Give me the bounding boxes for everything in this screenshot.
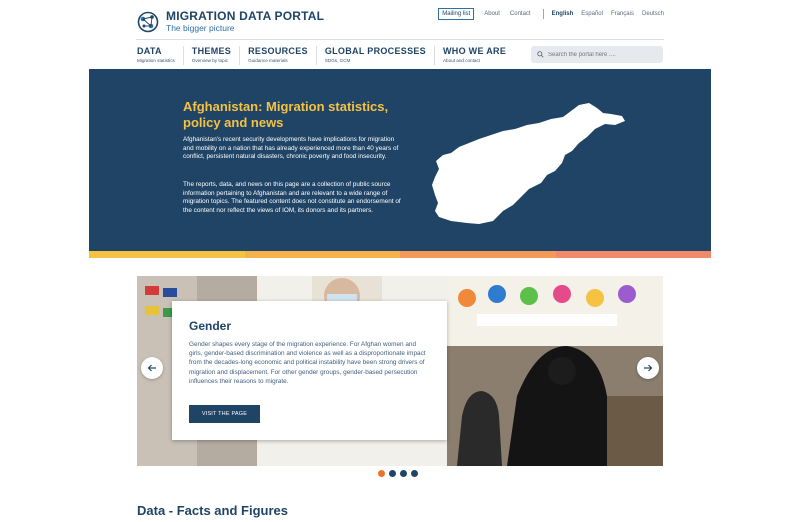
header-divider: [136, 39, 664, 40]
nav-global-processes-title: GLOBAL PROCESSES: [324, 46, 426, 56]
nav-global-processes[interactable]: GLOBAL PROCESSES SDGs, GCM: [317, 46, 435, 65]
visit-page-button[interactable]: VISIT THE PAGE: [189, 405, 260, 423]
nav-who-we-are-title: WHO WE ARE: [442, 46, 507, 56]
hero-color-stripes: [89, 251, 711, 258]
carousel-dot[interactable]: [400, 470, 407, 477]
hero-disclaimer-paragraph: The reports, data, and news on this page…: [183, 181, 401, 215]
hero-banner: Afghanistan: Migration statistics, polic…: [89, 69, 711, 251]
hero-intro-paragraph: Afghanistan's recent security developmen…: [183, 136, 399, 161]
about-link[interactable]: About: [484, 11, 500, 17]
nav-themes-title: THEMES: [191, 46, 232, 56]
afghanistan-map: [432, 103, 625, 224]
language-french[interactable]: Français: [611, 11, 634, 17]
carousel-dot[interactable]: [389, 470, 396, 477]
site-title: MIGRATION DATA PORTAL: [166, 9, 325, 23]
theme-carousel: Gender Gender shapes every stage of the …: [137, 276, 663, 466]
section-heading: Data - Facts and Figures: [137, 503, 288, 518]
site-tagline: The bigger picture: [166, 23, 235, 33]
stripe-segment: [400, 251, 556, 258]
mailing-list-button[interactable]: Mailing list: [438, 8, 475, 20]
globe-network-icon: [137, 11, 159, 32]
search-icon: [537, 51, 544, 58]
carousel-dot[interactable]: [378, 470, 385, 477]
nav-who-we-are[interactable]: WHO WE ARE About and contact: [435, 46, 514, 65]
nav-resources-subtitle: Guidance materials: [248, 58, 288, 63]
nav-data[interactable]: DATA Migration statistics: [136, 46, 184, 65]
site-logo[interactable]: MIGRATION DATA PORTAL The bigger picture: [136, 9, 324, 34]
language-german[interactable]: Deutsch: [642, 11, 664, 17]
stripe-segment: [244, 251, 400, 258]
stripe-segment: [89, 251, 245, 258]
carousel-next-button[interactable]: [637, 357, 659, 379]
stripe-segment: [555, 251, 711, 258]
theme-card: Gender Gender shapes every stage of the …: [172, 301, 447, 440]
search-box[interactable]: [531, 46, 663, 63]
main-navigation: DATA Migration statistics THEMES Overvie…: [136, 46, 514, 65]
arrow-left-icon: [147, 364, 156, 372]
nav-divider: [542, 9, 544, 19]
search-input[interactable]: [548, 51, 658, 58]
card-description: Gender shapes every stage of the migrati…: [189, 341, 426, 385]
arrow-right-icon: [644, 364, 653, 372]
carousel-pagination: [378, 470, 422, 477]
language-spanish[interactable]: Español: [581, 11, 603, 17]
nav-resources-title: RESOURCES: [248, 46, 308, 56]
language-english[interactable]: English: [552, 11, 574, 17]
nav-data-title: DATA: [137, 46, 162, 56]
nav-who-we-are-subtitle: About and contact: [442, 58, 481, 63]
nav-themes[interactable]: THEMES Overview by topic: [184, 46, 241, 65]
nav-themes-subtitle: Overview by topic: [191, 58, 229, 63]
page-title: Afghanistan: Migration statistics, polic…: [183, 99, 389, 130]
nav-resources[interactable]: RESOURCES Guidance materials: [240, 46, 317, 65]
nav-global-processes-subtitle: SDGs, GCM: [324, 58, 351, 63]
card-title: Gender: [189, 319, 232, 333]
nav-data-subtitle: Migration statistics: [137, 58, 175, 63]
contact-link[interactable]: Contact: [510, 11, 531, 17]
utility-nav: Mailing list About Contact English Españ…: [438, 8, 664, 20]
carousel-dot[interactable]: [411, 470, 418, 477]
carousel-prev-button[interactable]: [141, 357, 163, 379]
